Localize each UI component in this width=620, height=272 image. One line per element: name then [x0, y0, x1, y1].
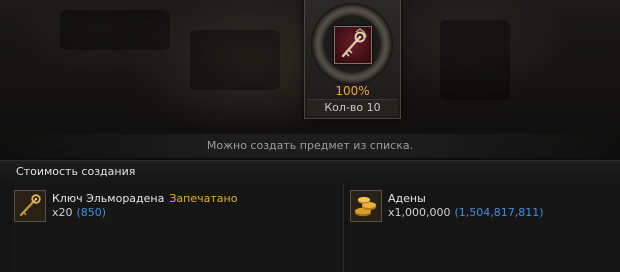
adena-coins-icon: [350, 190, 382, 222]
cost-section-header: Стоимость создания: [0, 160, 620, 184]
required-quantity: x1,000,000: [388, 206, 451, 219]
key-icon: [14, 190, 46, 222]
owned-quantity: (1,504,817,811): [454, 206, 544, 219]
cost-item[interactable]: Адены x1,000,000 (1,504,817,811): [346, 183, 620, 272]
status-message: Можно создать предмет из списка.: [0, 134, 620, 158]
cost-list: Ключ Эльморадена Запечатано x20 (850) Аден…: [0, 183, 620, 272]
crafted-item-slot[interactable]: [334, 26, 372, 64]
crafted-item-frame: 100% Кол-во 10: [304, 0, 401, 119]
cost-section-title: Стоимость создания: [16, 165, 136, 178]
craft-quantity: Кол-во 10: [307, 99, 398, 116]
cost-item-name: Адены: [388, 192, 426, 205]
required-quantity: x20: [52, 206, 73, 219]
success-rate: 100%: [335, 84, 370, 98]
sealed-tag: Запечатано: [169, 192, 238, 205]
cost-item[interactable]: Ключ Эльморадена Запечатано x20 (850): [10, 183, 344, 272]
cost-item-name: Ключ Эльморадена: [52, 192, 165, 205]
owned-quantity: (850): [76, 206, 107, 219]
elmoreden-key-icon: [341, 28, 367, 58]
